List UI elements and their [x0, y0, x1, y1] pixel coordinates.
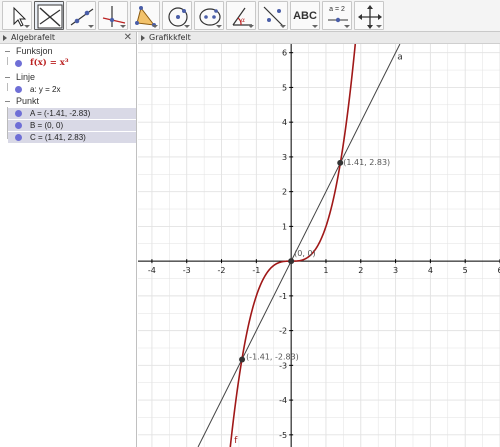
line-tool-button[interactable] — [66, 1, 96, 30]
curve-f-label: f — [234, 436, 238, 446]
y-tick-label: -5 — [279, 431, 287, 440]
slider-tool-button[interactable]: a = 2 — [322, 1, 352, 30]
y-tick-label: 3 — [282, 153, 287, 162]
algebra-item-point-c[interactable]: C = (1.41, 2.83) — [8, 132, 136, 143]
x-tick-label: 3 — [393, 266, 398, 275]
category-point-label: Punkt — [16, 96, 40, 106]
point-c-label: (1.41, 2.83) — [343, 158, 390, 167]
close-icon[interactable]: ✕ — [124, 32, 132, 44]
line-a — [197, 44, 401, 447]
line-a-label: a — [397, 53, 403, 63]
polygon-tool-button[interactable] — [130, 1, 160, 30]
text-tool-button[interactable]: ABC — [290, 1, 320, 30]
x-tick-label: 5 — [463, 266, 468, 275]
panel-toggle-icon[interactable] — [141, 35, 145, 41]
move-tool-button[interactable] — [2, 1, 32, 30]
visibility-dot-icon[interactable] — [15, 122, 22, 129]
x-tick-label: -3 — [183, 266, 191, 275]
reflect-tool-button[interactable] — [258, 1, 288, 30]
algebra-item-point-b-text: B = (0, 0) — [30, 121, 64, 130]
x-tick-label: -4 — [148, 266, 156, 275]
visibility-dot-icon[interactable] — [15, 110, 22, 117]
category-point[interactable]: Punkt — [0, 96, 137, 107]
graph-canvas[interactable]: -4-3-2-1123456-5-4-3-2-1123456af(-1.41, … — [138, 44, 500, 447]
conic-tool-button[interactable] — [194, 1, 224, 30]
point-a-label: (-1.41, -2.83) — [246, 352, 299, 361]
y-tick-label: -4 — [279, 396, 287, 405]
visibility-dot-icon[interactable] — [15, 86, 22, 93]
circle-tool-button[interactable] — [162, 1, 192, 30]
svg-text:α: α — [241, 17, 245, 24]
graph-icon — [37, 4, 63, 29]
perpendicular-tool-button[interactable] — [98, 1, 128, 30]
text-icon: ABC — [293, 10, 317, 22]
category-line-label: Linje — [16, 72, 36, 82]
x-tick-label: 2 — [358, 266, 363, 275]
category-line[interactable]: Linje — [0, 72, 137, 83]
panel-toggle-icon[interactable] — [3, 35, 7, 41]
algebra-item-a[interactable]: a: y = 2x — [8, 84, 136, 95]
point-a — [239, 356, 246, 363]
algebra-item-point-a[interactable]: A = (-1.41, -2.83) — [8, 108, 136, 119]
y-tick-label: -2 — [279, 327, 287, 336]
y-tick-label: 6 — [282, 49, 287, 58]
graphics-view-title: Grafikkfelt — [149, 33, 191, 42]
point-b-label: (0, 0) — [294, 249, 316, 258]
x-tick-label: 1 — [323, 266, 328, 275]
category-function-label: Funksjon — [16, 46, 53, 56]
x-tick-label: -1 — [252, 266, 260, 275]
algebra-item-f[interactable]: f(x) = x³ — [8, 58, 136, 69]
algebra-item-point-b[interactable]: B = (0, 0) — [8, 120, 136, 131]
slider-icon: a = 2 — [329, 6, 345, 13]
algebra-item-point-a-text: A = (-1.41, -2.83) — [30, 109, 91, 118]
curve-f — [229, 44, 357, 447]
y-tick-label: -3 — [279, 361, 287, 370]
algebra-view: Algebrafelt ✕ Funksjon f(x) = x³ Linje a… — [0, 32, 137, 447]
algebra-item-a-text: a: y = 2x — [30, 85, 61, 94]
move-view-tool-button[interactable] — [354, 1, 384, 30]
visibility-dot-icon[interactable] — [15, 134, 22, 141]
algebra-item-point-c-text: C = (1.41, 2.83) — [30, 133, 86, 142]
visibility-dot-icon[interactable] — [15, 60, 22, 67]
algebra-view-title: Algebrafelt — [11, 33, 56, 42]
y-tick-label: 2 — [282, 188, 287, 197]
algebra-item-f-text: f(x) = x³ — [30, 58, 69, 68]
toolbar: α ABC a = 2 — [0, 0, 500, 32]
graphics-view-header: Grafikkfelt — [138, 32, 500, 44]
x-tick-label: 4 — [428, 266, 433, 275]
y-tick-label: -1 — [279, 292, 287, 301]
graph-tool-button[interactable] — [34, 1, 64, 30]
y-tick-label: 1 — [282, 222, 287, 231]
y-tick-label: 4 — [282, 118, 287, 127]
category-function[interactable]: Funksjon — [0, 46, 137, 57]
y-tick-label: 5 — [282, 83, 287, 92]
x-tick-label: -2 — [218, 266, 226, 275]
point-b — [288, 258, 295, 265]
angle-tool-button[interactable]: α — [226, 1, 256, 30]
algebra-view-header: Algebrafelt ✕ — [0, 32, 136, 44]
graphics-view[interactable]: Grafikkfelt -4 -3 -2 -1 1 2 3 4 5 6 -5 -4 -3 -2 -1 1 2 3 4… — [138, 32, 500, 447]
